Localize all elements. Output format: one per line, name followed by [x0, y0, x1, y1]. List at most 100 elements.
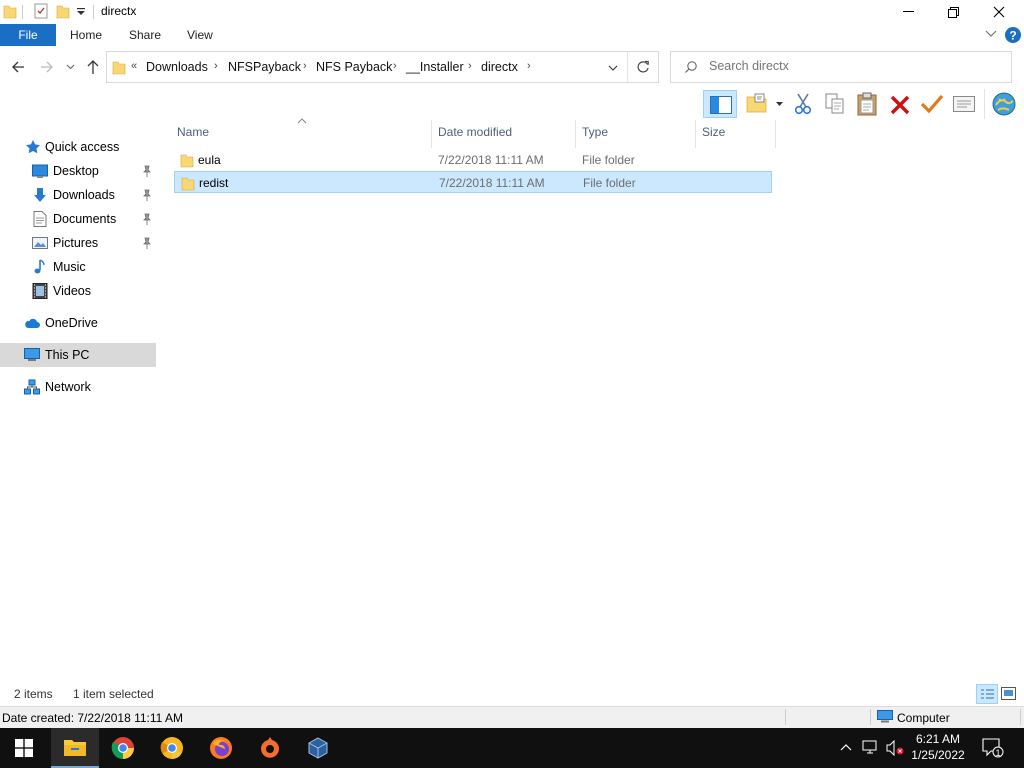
- location-zone: Computer: [897, 711, 950, 725]
- pin-icon[interactable]: [142, 165, 152, 177]
- breadcrumb-separator-icon[interactable]: ›: [527, 60, 531, 72]
- window-title: directx: [101, 4, 137, 18]
- column-divider[interactable]: [775, 120, 776, 148]
- system-clock[interactable]: 6:21 AM 1/25/2022: [906, 731, 970, 763]
- pin-icon[interactable]: [142, 213, 152, 225]
- clock-time: 6:21 AM: [915, 732, 961, 746]
- properties-card-icon[interactable]: [953, 96, 975, 112]
- windows-logo-icon: [15, 739, 33, 757]
- new-item-icon[interactable]: [746, 93, 768, 113]
- nav-onedrive[interactable]: OneDrive: [0, 311, 156, 335]
- delete-icon[interactable]: [890, 95, 910, 115]
- nav-this-pc[interactable]: This PC: [0, 343, 156, 367]
- nav-label: Pictures: [53, 236, 99, 250]
- customize-chevron-icon[interactable]: [76, 8, 86, 16]
- nav-music[interactable]: Music: [0, 255, 156, 279]
- file-type: File folder: [583, 176, 636, 190]
- column-divider[interactable]: [431, 120, 432, 148]
- expand-ribbon-icon[interactable]: [985, 30, 997, 38]
- nav-label: Music: [53, 260, 86, 274]
- search-input[interactable]: [709, 59, 999, 73]
- tab-view[interactable]: View: [187, 28, 213, 42]
- address-bar[interactable]: « Downloads › NFSPayback › NFS Payback ›…: [106, 51, 659, 83]
- breadcrumb-downloads[interactable]: Downloads: [146, 60, 208, 74]
- file-row-redist[interactable]: redist 7/22/2018 11:11 AM File folder: [174, 171, 772, 193]
- pin-icon[interactable]: [142, 237, 152, 249]
- column-divider[interactable]: [695, 120, 696, 148]
- music-icon: [34, 259, 45, 274]
- paste-icon[interactable]: [857, 92, 877, 116]
- breadcrumb-separator-icon[interactable]: ›: [214, 60, 218, 72]
- breadcrumb-separator-icon[interactable]: ›: [303, 60, 307, 72]
- file-explorer-icon: [64, 740, 86, 756]
- breadcrumb-separator-icon[interactable]: ›: [468, 60, 472, 72]
- nav-quick-access[interactable]: Quick access: [0, 135, 156, 159]
- help-icon[interactable]: ?: [1004, 26, 1022, 44]
- recent-locations-icon[interactable]: [66, 64, 75, 70]
- notification-count: 1: [995, 748, 1001, 758]
- tab-file[interactable]: File: [0, 24, 56, 46]
- properties-icon[interactable]: [33, 3, 49, 19]
- firefox-icon: [210, 737, 232, 759]
- nav-documents[interactable]: Documents: [0, 207, 156, 231]
- network-tray-icon[interactable]: [862, 740, 880, 756]
- tab-share[interactable]: Share: [129, 28, 161, 42]
- restore-button[interactable]: [930, 0, 976, 24]
- nav-videos[interactable]: Videos: [0, 279, 156, 303]
- column-header-date[interactable]: Date modified: [438, 125, 512, 139]
- forward-icon[interactable]: [40, 60, 54, 74]
- nav-network[interactable]: Network: [0, 375, 156, 399]
- virtualbox-icon: [308, 737, 328, 759]
- preview-pane-button[interactable]: [703, 90, 737, 118]
- close-button[interactable]: [976, 0, 1022, 24]
- nav-label: Videos: [53, 284, 91, 298]
- large-icons-view-icon[interactable]: [1001, 687, 1016, 700]
- svg-text:?: ?: [1009, 29, 1016, 43]
- back-icon[interactable]: [11, 60, 25, 74]
- refresh-icon[interactable]: [636, 60, 650, 74]
- new-item-dropdown-icon[interactable]: [776, 102, 783, 107]
- breadcrumb-nfspayback[interactable]: NFSPayback: [228, 60, 301, 74]
- breadcrumb-nfs-payback[interactable]: NFS Payback: [316, 60, 392, 74]
- breadcrumb-overflow[interactable]: «: [131, 60, 137, 72]
- file-name: eula: [198, 153, 221, 167]
- divider: [627, 52, 628, 82]
- nav-label: Documents: [53, 212, 117, 226]
- nav-downloads[interactable]: Downloads: [0, 183, 156, 207]
- taskbar-firefox[interactable]: [197, 728, 245, 768]
- desktop-icon: [32, 164, 48, 178]
- file-row-eula[interactable]: eula 7/22/2018 11:11 AM File folder: [174, 149, 772, 171]
- globe-icon[interactable]: [991, 91, 1017, 117]
- volume-muted-icon[interactable]: [886, 740, 904, 756]
- pin-icon[interactable]: [142, 189, 152, 201]
- taskbar-chrome[interactable]: [99, 728, 147, 768]
- tab-home[interactable]: Home: [70, 28, 102, 42]
- nav-pictures[interactable]: Pictures: [0, 231, 156, 255]
- taskbar-file-explorer[interactable]: [51, 728, 99, 768]
- chrome-icon: [111, 737, 134, 759]
- taskbar-chrome-canary[interactable]: [148, 728, 196, 768]
- address-dropdown-icon[interactable]: [608, 65, 618, 71]
- details-view-button[interactable]: [976, 684, 998, 704]
- videos-icon: [32, 283, 48, 299]
- start-button[interactable]: [0, 728, 48, 768]
- search-box[interactable]: [670, 51, 1012, 83]
- origin-icon: [261, 737, 279, 758]
- new-folder-icon[interactable]: [56, 3, 70, 19]
- show-hidden-icons-icon[interactable]: [840, 743, 852, 751]
- rename-check-icon[interactable]: [920, 94, 944, 114]
- column-header-name[interactable]: Name: [177, 125, 209, 139]
- taskbar-origin[interactable]: [246, 728, 294, 768]
- cut-icon[interactable]: [793, 93, 813, 115]
- column-header-size[interactable]: Size: [702, 125, 725, 139]
- minimize-button[interactable]: [885, 0, 931, 24]
- up-icon[interactable]: [86, 59, 100, 75]
- column-header-type[interactable]: Type: [582, 125, 608, 139]
- breadcrumb-installer[interactable]: __Installer: [406, 60, 464, 74]
- taskbar-virtualbox[interactable]: [294, 728, 342, 768]
- breadcrumb-separator-icon[interactable]: ›: [393, 60, 397, 72]
- column-divider[interactable]: [575, 120, 576, 148]
- breadcrumb-directx[interactable]: directx: [481, 60, 518, 74]
- nav-desktop[interactable]: Desktop: [0, 159, 156, 183]
- copy-icon[interactable]: [825, 93, 845, 115]
